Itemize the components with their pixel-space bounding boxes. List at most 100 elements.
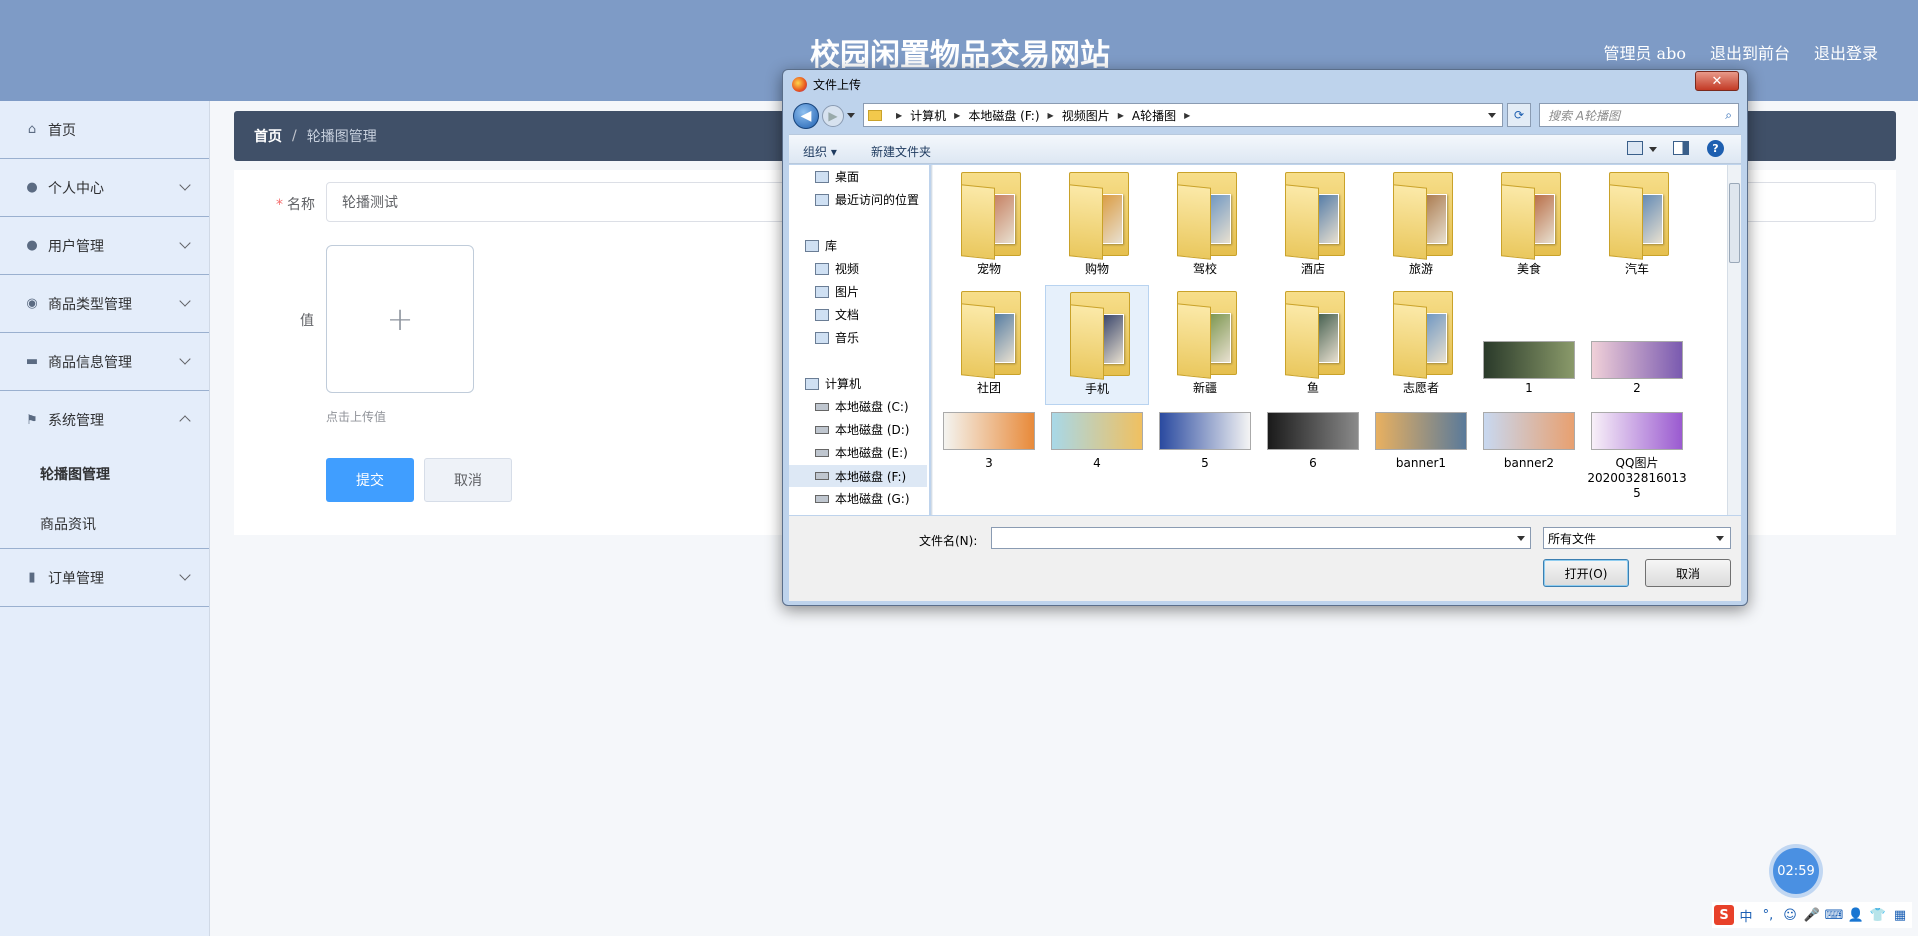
sidebar-item-orders[interactable]: ▮ 订单管理	[0, 549, 209, 607]
new-folder-button[interactable]: 新建文件夹	[871, 143, 931, 160]
path-segment[interactable]: 视频图片	[1062, 107, 1110, 124]
view-mode-icon[interactable]	[1627, 141, 1643, 155]
image-file-item[interactable]: 6	[1261, 404, 1365, 515]
sidebar-item-personal[interactable]: ● 个人中心	[0, 159, 209, 217]
ime-toolbar: S 中 °, ☺ 🎤 ⌨ 👤 👕 ▦	[1712, 902, 1912, 928]
nav-drive-f[interactable]: 本地磁盘 (F:)	[789, 465, 927, 487]
sidebar-item-goods[interactable]: ▬ 商品信息管理	[0, 333, 209, 391]
filetype-select[interactable]: 所有文件	[1543, 527, 1731, 549]
cancel-button[interactable]: 取消	[424, 458, 512, 502]
sidebar-item-users[interactable]: ● 用户管理	[0, 217, 209, 275]
folder-icon	[961, 291, 1021, 379]
help-icon[interactable]: ?	[1707, 140, 1724, 157]
search-input[interactable]: 搜索 A轮播图 ⌕	[1539, 103, 1739, 127]
file-label: 3	[985, 456, 993, 470]
logout-link[interactable]: 退出登录	[1814, 40, 1878, 64]
sidebar-item-label: 个人中心	[48, 180, 104, 197]
nav-videos[interactable]: 视频	[815, 260, 859, 277]
chevron-down-icon	[179, 237, 191, 249]
chevron-down-icon	[179, 179, 191, 191]
navigation-pane: 桌面 最近访问的位置 库 视频 图片 文档 音乐 计算机 本地磁盘 (C:) 本…	[789, 165, 929, 515]
sidebar: ⌂ 首页 ● 个人中心 ● 用户管理 ◉ 商品类型管理 ▬ 商品信息管理 ⚑ 系…	[0, 101, 210, 936]
nav-drive-c[interactable]: 本地磁盘 (C:)	[815, 398, 909, 415]
image-thumbnail-icon	[1483, 341, 1575, 379]
sogou-logo-icon[interactable]: S	[1714, 905, 1734, 925]
user-icon[interactable]: 👤	[1846, 905, 1866, 925]
image-file-item[interactable]: 3	[937, 404, 1041, 515]
emoji-icon[interactable]: ☺	[1780, 905, 1800, 925]
nav-drive-e[interactable]: 本地磁盘 (E:)	[815, 444, 908, 461]
chinese-mode-icon[interactable]: 中	[1736, 905, 1756, 925]
path-segment[interactable]: A轮播图	[1132, 107, 1176, 124]
close-button[interactable]: ✕	[1695, 71, 1739, 91]
chevron-down-icon	[179, 295, 191, 307]
preview-pane-icon[interactable]	[1673, 141, 1689, 155]
microphone-icon[interactable]: 🎤	[1802, 905, 1822, 925]
image-file-item[interactable]: banner2	[1477, 404, 1581, 515]
back-arrow-icon[interactable]: ◀	[793, 103, 819, 129]
folder-item[interactable]: 志愿者	[1369, 285, 1473, 405]
file-label: banner2	[1503, 456, 1555, 470]
path-segment[interactable]: 计算机	[910, 107, 946, 124]
nav-pictures[interactable]: 图片	[815, 283, 859, 300]
sidebar-item-category[interactable]: ◉ 商品类型管理	[0, 275, 209, 333]
file-label: 酒店	[1300, 262, 1325, 276]
image-upload[interactable]: +	[326, 245, 474, 393]
address-bar[interactable]: ▶ 计算机 ▶ 本地磁盘 (F:) ▶ 视频图片 ▶ A轮播图 ▶	[863, 103, 1503, 127]
image-thumbnail-icon	[1591, 412, 1683, 450]
back-to-front-link[interactable]: 退出到前台	[1710, 40, 1790, 64]
sidebar-item-system[interactable]: ⚑ 系统管理	[0, 391, 209, 449]
history-dropdown-icon[interactable]	[847, 113, 855, 118]
folder-item[interactable]: 美食	[1477, 166, 1581, 286]
nav-music[interactable]: 音乐	[815, 329, 859, 346]
nav-drive-d[interactable]: 本地磁盘 (D:)	[815, 421, 909, 438]
folder-item[interactable]: 购物	[1045, 166, 1149, 286]
files-scrollbar[interactable]	[1727, 165, 1741, 515]
path-segment[interactable]: 本地磁盘 (F:)	[968, 107, 1039, 124]
nav-drive-g[interactable]: 本地磁盘 (G:)	[815, 490, 910, 507]
dialog-cancel-button[interactable]: 取消	[1645, 559, 1731, 587]
nav-desktop[interactable]: 桌面	[815, 168, 859, 185]
breadcrumb-home[interactable]: 首页	[254, 126, 282, 146]
toolbox-icon[interactable]: ▦	[1890, 905, 1910, 925]
filename-dropdown-icon[interactable]	[1517, 536, 1525, 541]
forward-arrow-icon[interactable]: ▶	[822, 105, 844, 127]
open-button[interactable]: 打开(O)	[1543, 559, 1629, 587]
image-file-item[interactable]: 4	[1045, 404, 1149, 515]
file-label: 美食	[1516, 262, 1541, 276]
folder-item[interactable]: 社团	[937, 285, 1041, 405]
keyboard-icon[interactable]: ⌨	[1824, 905, 1844, 925]
folder-item[interactable]: 驾校	[1153, 166, 1257, 286]
sidebar-subitem-carousel[interactable]: 轮播图管理	[0, 449, 209, 499]
image-file-item[interactable]: 2	[1585, 285, 1689, 405]
address-dropdown-icon[interactable]	[1488, 113, 1496, 118]
nav-library[interactable]: 库	[805, 237, 837, 254]
image-file-item[interactable]: 5	[1153, 404, 1257, 515]
folder-item[interactable]: 鱼	[1261, 285, 1365, 405]
folder-item[interactable]: 新疆	[1153, 285, 1257, 405]
nav-documents[interactable]: 文档	[815, 306, 859, 323]
filename-input[interactable]	[991, 527, 1531, 549]
folder-item[interactable]: 手机	[1045, 285, 1149, 405]
folder-item[interactable]: 汽车	[1585, 166, 1689, 286]
image-file-item[interactable]: banner1	[1369, 404, 1473, 515]
organize-menu[interactable]: 组织 ▾	[803, 143, 837, 160]
skin-icon[interactable]: 👕	[1868, 905, 1888, 925]
refresh-icon[interactable]: ⟳	[1507, 103, 1531, 127]
sidebar-item-home[interactable]: ⌂ 首页	[0, 101, 209, 159]
filetype-value: 所有文件	[1548, 531, 1597, 546]
folder-item[interactable]: 宠物	[937, 166, 1041, 286]
nav-recent[interactable]: 最近访问的位置	[815, 191, 919, 208]
scroll-thumb[interactable]	[1729, 183, 1740, 263]
submit-button[interactable]: 提交	[326, 458, 414, 502]
site-title: 校园闲置物品交易网站	[810, 38, 1110, 73]
image-file-item[interactable]: 1	[1477, 285, 1581, 405]
sidebar-subitem-news[interactable]: 商品资讯	[0, 499, 209, 549]
folder-item[interactable]: 酒店	[1261, 166, 1365, 286]
view-dropdown-icon[interactable]	[1649, 147, 1657, 152]
nav-computer[interactable]: 计算机	[805, 375, 861, 392]
folder-item[interactable]: 旅游	[1369, 166, 1473, 286]
punctuation-icon[interactable]: °,	[1758, 905, 1778, 925]
timer-badge[interactable]: 02:59	[1773, 848, 1819, 894]
image-file-item[interactable]: QQ图片2020032816013 5	[1585, 404, 1689, 515]
